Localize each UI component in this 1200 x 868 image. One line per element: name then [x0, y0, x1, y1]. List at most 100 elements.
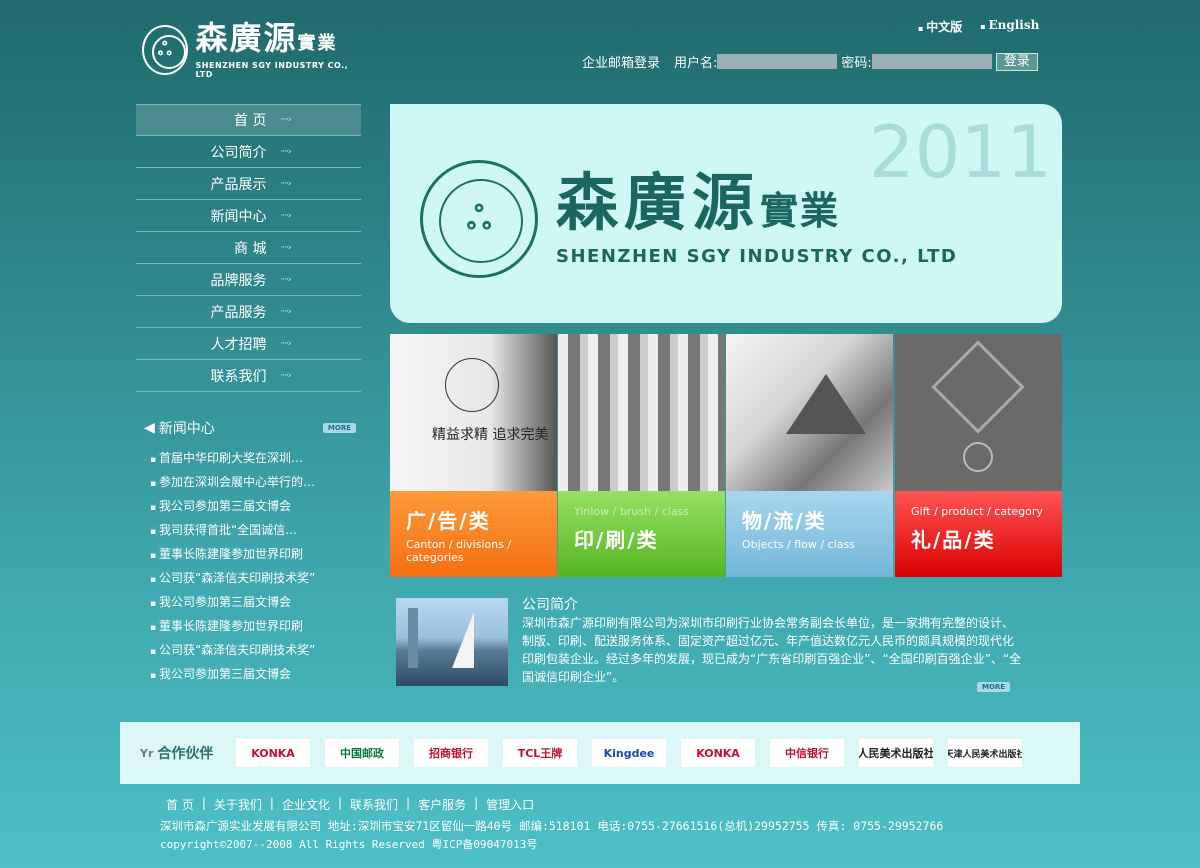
- news-item[interactable]: 我公司参加第三届文博会: [150, 594, 350, 618]
- nav-arrow-icon: ····›: [280, 146, 292, 157]
- nav-label: 产品服务: [210, 304, 267, 321]
- banner-seal-icon: ஃ: [420, 160, 538, 278]
- category-subtitle: Yinlow / brush / class: [574, 505, 690, 518]
- banner-cn-title: 森廣源實業: [556, 166, 841, 239]
- main-nav: 首 页 ····› 公司简介 ····› 产品展示 ····› 新闻中心 ····› 商…: [136, 104, 361, 392]
- login-button[interactable]: 登录: [995, 52, 1038, 71]
- nav-arrow-icon: ····›: [280, 370, 292, 381]
- username-label: 用户名:: [674, 56, 718, 71]
- partner-logo[interactable]: 天津人民美术出版社: [948, 739, 1022, 767]
- category-advertising[interactable]: 精益求精 追求完美 广/告/类 Canton / divisions / cat…: [390, 334, 557, 577]
- chinese-knot-icon: [931, 340, 1025, 434]
- nav-arrow-icon: ····›: [280, 242, 292, 253]
- lang-english-link[interactable]: English: [980, 18, 1039, 35]
- news-item[interactable]: 董事长陈建隆参加世界印刷: [150, 546, 350, 570]
- category-title: 印/刷/类: [574, 528, 659, 552]
- partner-logo[interactable]: 中国邮政: [325, 739, 399, 767]
- category-image: [895, 334, 1062, 491]
- password-label: 密码:: [841, 56, 872, 71]
- speaker-icon: ◀: [144, 420, 155, 436]
- category-logistics[interactable]: 物/流/类 Objects / flow / class: [726, 334, 893, 577]
- hero-banner: 2011 ஃ 森廣源實業 SHENZHEN SGY INDUSTRY CO., …: [390, 104, 1062, 323]
- category-subtitle: Gift / product / category: [911, 505, 1043, 518]
- partner-logo[interactable]: 人民美术出版社: [859, 739, 933, 767]
- login-label: 企业邮箱登录: [582, 56, 661, 71]
- language-switcher: 中文版 English: [918, 18, 1039, 35]
- footer-address: 深圳市森广源实业发展有限公司 地址:深圳市宝安71区留仙一路40号 邮编:518…: [160, 819, 944, 833]
- about-more-button[interactable]: MORE: [977, 682, 1011, 692]
- partners-icon: Yr: [140, 746, 154, 760]
- category-printing[interactable]: Yinlow / brush / class 印/刷/类: [558, 334, 725, 577]
- category-subtitle: Canton / divisions / categories: [406, 538, 512, 564]
- password-input[interactable]: [871, 54, 992, 69]
- nav-item-product-service[interactable]: 产品服务 ····›: [136, 296, 361, 328]
- footer-nav: 首 页 | 关于我们 | 企业文化 | 联系我们 | 客户服务 | 管理入口: [166, 796, 535, 813]
- nav-item-about[interactable]: 公司简介 ····›: [136, 136, 361, 168]
- logo-en-text: SHENZHEN SGY INDUSTRY CO., LTD: [195, 61, 349, 79]
- news-item[interactable]: 首届中华印刷大奖在深圳…: [150, 450, 350, 474]
- footer-link-home[interactable]: 首 页: [166, 796, 194, 813]
- nav-arrow-icon: ····›: [280, 274, 292, 285]
- footer-link-culture[interactable]: 企业文化: [282, 796, 330, 813]
- banner-en-title: SHENZHEN SGY INDUSTRY CO., LTD: [556, 246, 958, 267]
- news-item[interactable]: 我公司参加第三届文博会: [150, 666, 350, 690]
- nav-item-brand-service[interactable]: 品牌服务 ····›: [136, 264, 361, 296]
- partners-title: Yr 合作伙伴: [140, 746, 214, 762]
- news-item[interactable]: 参加在深圳会展中心举行的…: [150, 474, 350, 498]
- triangle-shape: [786, 374, 866, 434]
- logo-cn-text: 森廣源實業: [195, 19, 338, 57]
- nav-label: 商 城: [234, 240, 267, 257]
- nav-item-contact[interactable]: 联系我们 ····›: [136, 360, 361, 392]
- footer-link-contact[interactable]: 联系我们: [350, 796, 398, 813]
- partner-logo[interactable]: KONKA: [681, 739, 755, 767]
- calligraphy-text: 精益求精 追求完美: [432, 427, 549, 443]
- footer-link-service[interactable]: 客户服务: [418, 796, 466, 813]
- news-title: 新闻中心: [158, 421, 215, 437]
- category-image: [558, 334, 725, 491]
- partner-logo[interactable]: TCL王牌: [503, 739, 577, 767]
- news-item[interactable]: 我公司参加第三届文博会: [150, 498, 350, 522]
- nav-label: 产品展示: [210, 176, 267, 193]
- category-gifts[interactable]: Gift / product / category 礼/品/类: [895, 334, 1062, 577]
- sailboat-shape: [452, 612, 474, 668]
- partner-logo[interactable]: Kingdee: [592, 739, 666, 767]
- news-item[interactable]: 公司获“森泽信夫印刷技术奖”: [150, 642, 350, 666]
- about-title: 公司简介: [522, 597, 578, 613]
- footer-link-admin[interactable]: 管理入口: [486, 796, 534, 813]
- nav-arrow-icon: ····›: [280, 178, 292, 189]
- category-title: 物/流/类: [742, 509, 827, 533]
- nav-arrow-icon: ····›: [280, 306, 292, 317]
- logo-seal-icon: ஃ: [142, 25, 188, 75]
- footer-link-about[interactable]: 关于我们: [214, 796, 262, 813]
- partner-logo[interactable]: 招商银行: [414, 739, 488, 767]
- category-title: 礼/品/类: [911, 528, 996, 552]
- circle-shape: [445, 358, 499, 412]
- lang-chinese-link[interactable]: 中文版: [918, 18, 962, 35]
- nav-item-careers[interactable]: 人才招聘 ····›: [136, 328, 361, 360]
- nav-label: 公司简介: [210, 144, 267, 161]
- news-header: ◀ 新闻中心 MORE: [144, 418, 356, 438]
- username-input[interactable]: [717, 54, 838, 69]
- nav-label: 品牌服务: [210, 272, 267, 289]
- news-item[interactable]: 董事长陈建隆参加世界印刷: [150, 618, 350, 642]
- nav-item-news[interactable]: 新闻中心 ····›: [136, 200, 361, 232]
- partner-logo[interactable]: KONKA: [236, 739, 310, 767]
- news-item[interactable]: 我司获得首批“全国诚信…: [150, 522, 350, 546]
- news-item[interactable]: 公司获“森泽信夫印刷技术奖”: [150, 570, 350, 594]
- partner-logo[interactable]: 中信银行: [770, 739, 844, 767]
- nav-item-home[interactable]: 首 页 ····›: [136, 104, 361, 136]
- nav-arrow-icon: ····›: [280, 115, 292, 125]
- nav-label: 人才招聘: [210, 336, 267, 353]
- nav-item-mall[interactable]: 商 城 ····›: [136, 232, 361, 264]
- category-title: 广/告/类: [406, 509, 491, 533]
- nav-arrow-icon: ····›: [280, 210, 292, 221]
- category-image: 精益求精 追求完美: [390, 334, 557, 491]
- about-text: 深圳市森广源印刷有限公司为深圳市印刷行业协会常务副会长单位，是一家拥有完整的设计…: [522, 616, 1022, 684]
- partners-bar: Yr 合作伙伴 KONKA 中国邮政 招商银行 TCL王牌 Kingdee KON…: [120, 722, 1080, 784]
- news-more-button[interactable]: MORE: [322, 423, 356, 433]
- pendant-icon: [963, 442, 993, 472]
- nav-item-products[interactable]: 产品展示 ····›: [136, 168, 361, 200]
- building-shape: [408, 608, 418, 668]
- site-logo[interactable]: ஃ 森廣源實業 SHENZHEN SGY INDUSTRY CO., LTD: [142, 19, 352, 79]
- nav-label: 首 页: [234, 113, 267, 129]
